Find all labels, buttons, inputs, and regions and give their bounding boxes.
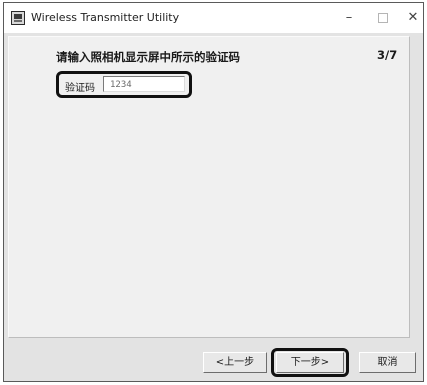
- minimize-button[interactable]: –: [336, 7, 362, 29]
- code-input[interactable]: [103, 76, 185, 92]
- page-heading: 请输入照相机显示屏中所示的验证码: [56, 50, 240, 64]
- step-indicator: 3/7: [377, 48, 398, 62]
- code-field-label: 验证码: [65, 83, 95, 94]
- app-icon: [11, 11, 25, 25]
- maximize-icon: [378, 12, 388, 23]
- maximize-button[interactable]: [370, 7, 396, 29]
- next-button[interactable]: 下一步>: [276, 352, 344, 373]
- cancel-button[interactable]: 取消: [359, 352, 416, 373]
- title-bar[interactable]: Wireless Transmitter Utility – ✕: [4, 3, 423, 33]
- window-title: Wireless Transmitter Utility: [31, 11, 180, 24]
- prev-button[interactable]: <上一步: [203, 352, 267, 373]
- close-button[interactable]: ✕: [400, 7, 423, 29]
